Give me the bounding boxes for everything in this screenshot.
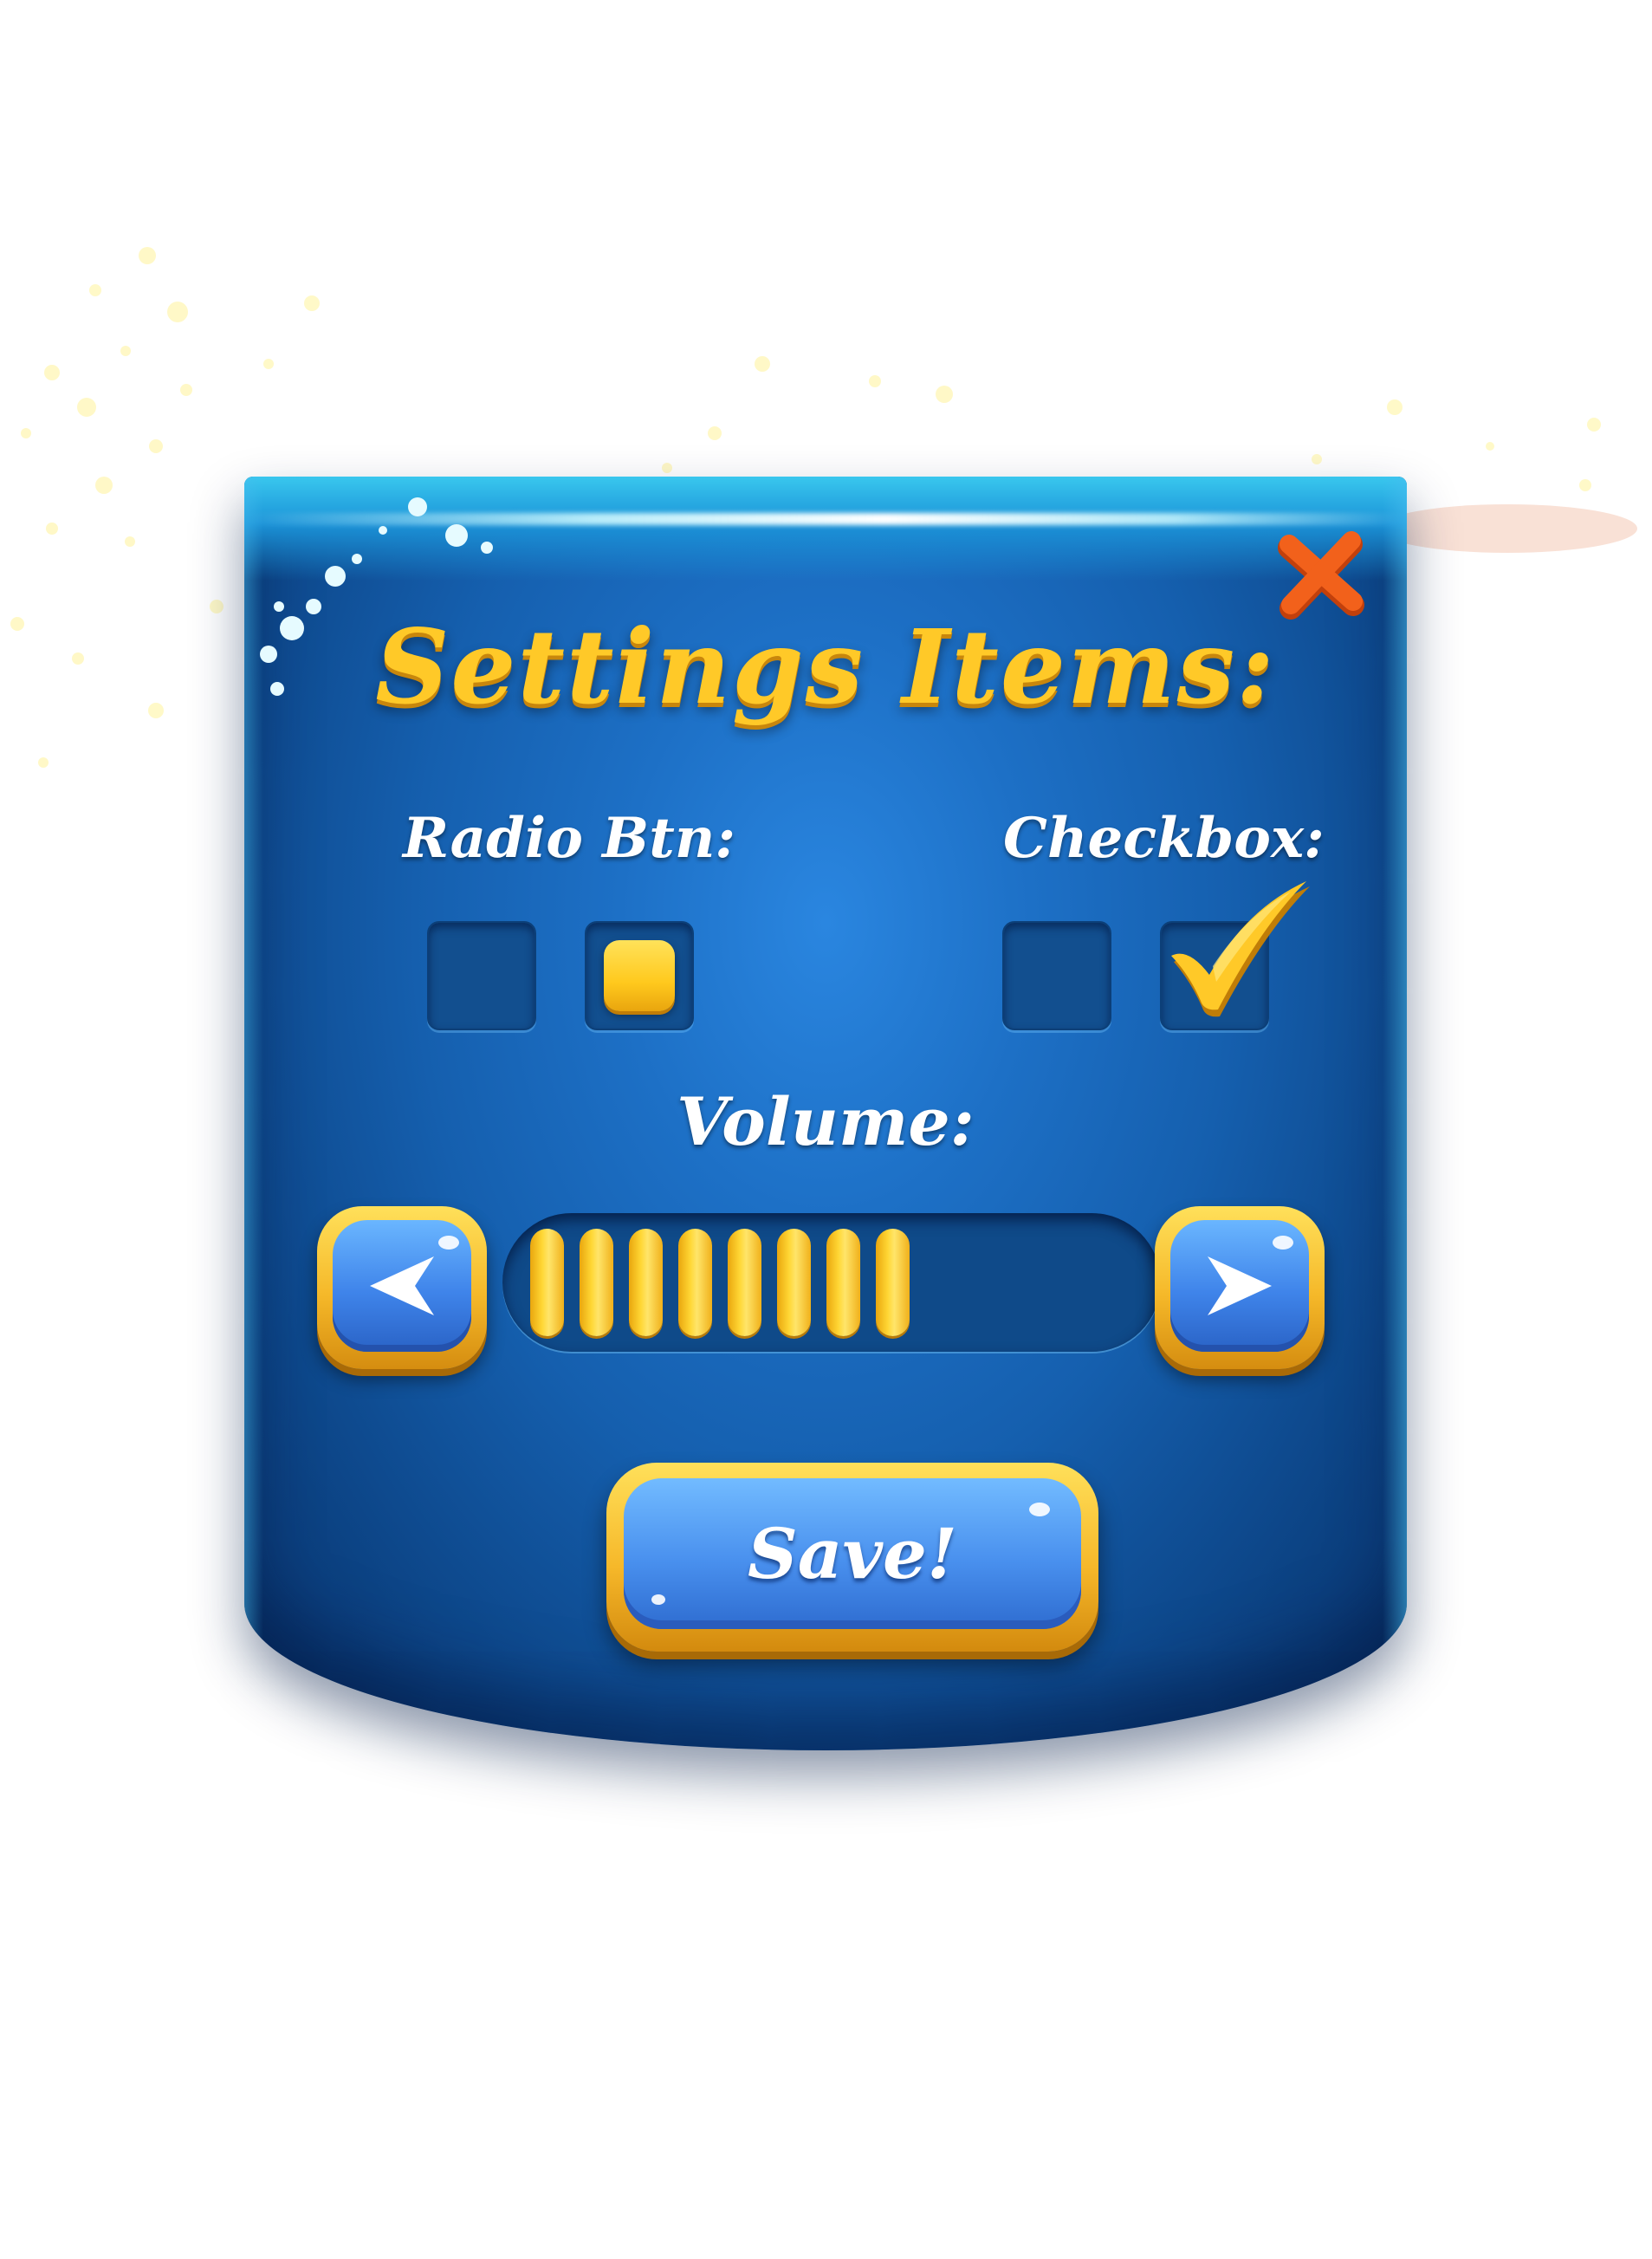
volume-label: Volume: <box>677 1083 975 1160</box>
shine-highlight <box>1273 1236 1293 1250</box>
shine-highlight <box>438 1236 459 1250</box>
volume-level-bar <box>530 1229 564 1336</box>
checkbox-option-1[interactable] <box>1002 921 1111 1030</box>
shine-highlight <box>1029 1503 1050 1516</box>
volume-level-bar <box>728 1229 761 1336</box>
save-button-label: Save! <box>747 1513 958 1594</box>
radio-selected-dot <box>604 940 675 1011</box>
volume-level-bar <box>678 1229 712 1336</box>
radio-option-1[interactable] <box>427 921 536 1030</box>
radio-option-2[interactable] <box>585 921 694 1030</box>
volume-level-bar <box>629 1229 663 1336</box>
checkbox-option-2[interactable] <box>1160 921 1269 1030</box>
dialog-title: Settings Items: <box>375 607 1276 727</box>
arrow-right-icon <box>1208 1256 1272 1315</box>
volume-level-bar <box>876 1229 910 1336</box>
volume-bars <box>530 1229 910 1336</box>
save-button-face: Save! <box>624 1478 1081 1629</box>
volume-track[interactable] <box>502 1213 1161 1352</box>
shine-highlight <box>651 1594 665 1605</box>
radio-label: Radio Btn: <box>403 806 735 871</box>
arrow-left-icon <box>370 1256 434 1315</box>
volume-increase-button[interactable] <box>1155 1206 1325 1369</box>
volume-decrease-button[interactable] <box>317 1206 487 1369</box>
checkbox-label: Checkbox: <box>1003 806 1325 871</box>
volume-level-bar <box>826 1229 860 1336</box>
save-button[interactable]: Save! <box>606 1463 1098 1652</box>
volume-level-bar <box>580 1229 613 1336</box>
volume-level-bar <box>777 1229 811 1336</box>
